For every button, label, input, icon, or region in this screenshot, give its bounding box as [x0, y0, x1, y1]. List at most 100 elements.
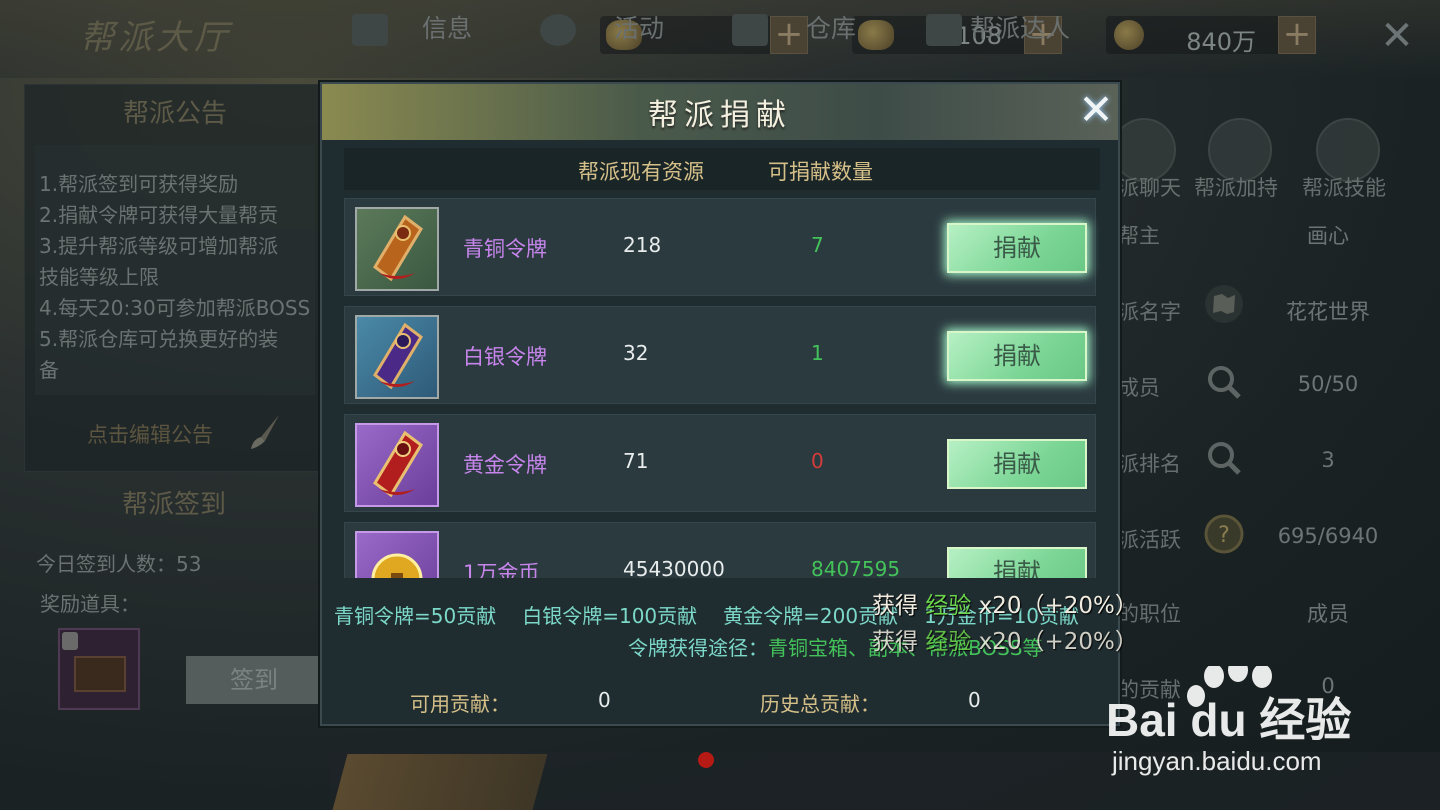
gold-token-icon [355, 423, 439, 507]
add-coin-button[interactable]: + [1278, 16, 1316, 54]
silver-token-icon [355, 315, 439, 399]
list-item: 黄金令牌 71 0 捐献 [344, 414, 1096, 512]
gain-prefix: 获得 [872, 629, 918, 655]
page-title: 帮派大厅 [80, 18, 232, 58]
search-icon[interactable] [1204, 438, 1244, 478]
notice-line: 2.捐献令牌可获得大量帮贡 [39, 203, 279, 227]
gain-suffix: x20（+20%） [978, 593, 1138, 619]
list-item: 青铜令牌 218 7 捐献 [344, 198, 1096, 296]
donate-list[interactable]: 青铜令牌 218 7 捐献 白银令牌 32 1 捐献 黄金令牌 71 0 捐献 [344, 196, 1100, 578]
dialog-title: 帮派捐献 [648, 98, 792, 133]
info-label-leader: 帮主 [1118, 224, 1160, 248]
help-icon[interactable]: ? [1204, 514, 1244, 554]
bronze-token-icon [355, 207, 439, 291]
map-icon[interactable] [1204, 284, 1244, 324]
rate-bronze: 青铜令牌=50贡献 [334, 604, 497, 628]
watermark-url: jingyan.baidu.com [1112, 746, 1322, 776]
item-have: 32 [623, 341, 649, 365]
tab-bonus[interactable]: 帮派加持 [1194, 172, 1278, 202]
item-donatable: 0 [811, 449, 824, 473]
available-value: 0 [598, 688, 611, 712]
globe-icon [540, 14, 576, 46]
info-value-position: 成员 [1307, 602, 1349, 626]
donate-button[interactable]: 捐献 [947, 547, 1087, 578]
available-label: 可用贡献： [410, 692, 510, 716]
list-item: 1万金币 45430000 8407595 捐献 [344, 522, 1096, 578]
tab-skills[interactable]: 帮派技能 [1302, 172, 1386, 202]
notification-dot [698, 752, 714, 768]
nav-label: 仓库 [806, 14, 857, 43]
brush-icon[interactable] [245, 411, 285, 451]
chest-icon [732, 14, 768, 46]
nav-label: 活动 [614, 14, 665, 43]
nav-label: 帮派达人 [970, 14, 1071, 43]
gain-suffix: x20（+20%） [978, 629, 1138, 655]
add-ingot-button[interactable]: + [770, 16, 808, 54]
lock-icon [62, 632, 78, 650]
item-name: 1万金币 [463, 561, 540, 578]
flag-icon [352, 14, 388, 46]
notice-line: 5.帮派仓库可兑换更好的装 [39, 327, 279, 351]
info-label-rank: 派排名 [1118, 452, 1181, 476]
notice-title: 帮派公告 [122, 99, 227, 129]
item-have: 71 [623, 449, 649, 473]
coin-resource: 840万 + [1106, 16, 1316, 56]
item-donatable: 8407595 [811, 557, 901, 578]
notice-line: 备 [39, 358, 59, 382]
search-icon[interactable] [1204, 362, 1244, 402]
gain-toast: 获得 经验 x20（+20%） [872, 586, 1138, 620]
scholar-icon [926, 14, 962, 46]
info-value-name: 花花世界 [1286, 300, 1370, 324]
donate-button[interactable]: 捐献 [947, 439, 1087, 489]
silver-icon [858, 20, 894, 50]
info-value-activity: 695/6940 [1277, 524, 1379, 548]
rate-silver: 白银令牌=100贡献 [522, 604, 698, 628]
notice-content: 1.帮派签到可获得奖励 2.捐献令牌可获得大量帮贡 3.提升帮派等级可增加帮派 … [35, 145, 315, 395]
edit-notice-link[interactable]: 点击编辑公告 [87, 419, 213, 449]
col-resource: 帮派现有资源 [578, 160, 704, 184]
info-label-activity: 派活跃 [1118, 528, 1181, 552]
reward-label: 奖励道具： [40, 592, 140, 616]
column-header: 帮派现有资源 可捐献数量 [344, 148, 1100, 190]
history-label: 历史总贡献： [760, 692, 880, 716]
signin-button[interactable]: 签到 [186, 656, 322, 704]
notice-panel: 帮派公告 1.帮派签到可获得奖励 2.捐献令牌可获得大量帮贡 3.提升帮派等级可… [24, 84, 324, 472]
item-name: 白银令牌 [463, 345, 547, 369]
gain-toast: 获得 经验 x20（+20%） [872, 622, 1138, 656]
close-icon[interactable]: ✕ [1074, 88, 1118, 134]
gold-coin-icon [355, 531, 439, 578]
info-label-name: 派名字 [1118, 300, 1181, 324]
info-label-members: 成员 [1118, 376, 1160, 400]
nav-active-highlight [332, 754, 548, 810]
item-name: 黄金令牌 [463, 453, 547, 477]
item-name: 青铜令牌 [463, 237, 547, 261]
history-value: 0 [968, 688, 981, 712]
item-have: 45430000 [623, 557, 725, 578]
col-donatable: 可捐献数量 [768, 160, 873, 184]
notice-line: 4.每天20:30可参加帮派BOSS [39, 296, 311, 320]
chest-icon[interactable] [58, 628, 140, 710]
donate-button[interactable]: 捐献 [947, 331, 1087, 381]
list-item: 白银令牌 32 1 捐献 [344, 306, 1096, 404]
notice-line: 技能等级上限 [39, 265, 159, 289]
close-icon[interactable]: ✕ [1376, 16, 1418, 58]
item-have: 218 [623, 233, 662, 257]
donate-button[interactable]: 捐献 [947, 223, 1087, 273]
signin-title: 帮派签到 [121, 490, 226, 520]
item-donatable: 1 [811, 341, 824, 365]
baidu-watermark: Bai du 经验 jingyan.baidu.com [1106, 658, 1436, 806]
gain-item: 经验 [925, 629, 972, 655]
info-value-leader: 画心 [1307, 224, 1349, 248]
signin-count: 今日签到人数：53 [36, 552, 202, 576]
coin-value: 840万 [1186, 28, 1256, 56]
guild-info-panel: 派聊天 帮派加持 帮派技能 帮主 画心 派名字 花花世界 成员 50/50 派排… [1112, 100, 1418, 740]
info-value-members: 50/50 [1297, 372, 1359, 396]
svg-text:?: ? [1218, 523, 1230, 548]
watermark-brand: Bai du 经验 [1106, 694, 1352, 746]
tab-chat[interactable]: 派聊天 [1118, 172, 1181, 202]
gain-item: 经验 [925, 593, 972, 619]
nav-label: 信息 [422, 14, 473, 43]
item-donatable: 7 [811, 233, 824, 257]
notice-line: 1.帮派签到可获得奖励 [39, 172, 239, 196]
info-value-rank: 3 [1321, 448, 1335, 472]
